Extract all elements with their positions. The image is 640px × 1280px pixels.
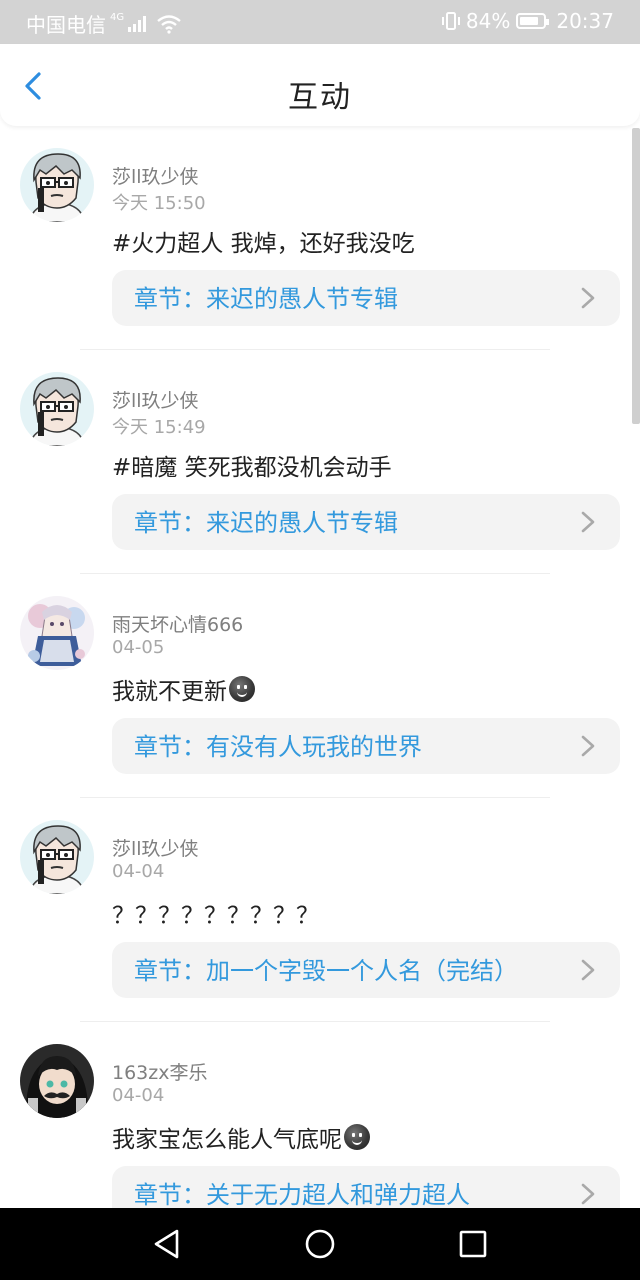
triangle-back-icon bbox=[154, 1229, 178, 1259]
square-recents-icon bbox=[460, 1230, 487, 1258]
chevron-right-icon bbox=[581, 735, 595, 757]
comment-text: #火力超人 我焯，还好我没吃 bbox=[112, 231, 415, 257]
system-nav-bar bbox=[0, 1208, 640, 1280]
comment-item: 莎ll玖少侠 04-04 ？？？？？？？？？ 章节：加一个字毁一个人名（完结） bbox=[0, 798, 640, 1022]
vibrate-icon bbox=[441, 12, 460, 30]
user-avatar[interactable] bbox=[20, 148, 94, 222]
comment-body: 我家宝怎么能人气底呢 bbox=[112, 1120, 370, 1154]
comment-text: ？？？？？？？？？ bbox=[112, 903, 319, 929]
username[interactable]: 雨天坏心情666 bbox=[112, 610, 243, 637]
smile-emoji-icon bbox=[344, 1124, 370, 1150]
scrollbar[interactable] bbox=[632, 128, 640, 424]
comment-body: #火力超人 我焯，还好我没吃 bbox=[112, 224, 415, 258]
comment-text: 我就不更新 bbox=[112, 679, 227, 705]
user-avatar[interactable] bbox=[20, 1044, 94, 1118]
status-left: 中国电信 4G bbox=[26, 9, 182, 38]
app-header: 互动 bbox=[0, 44, 640, 126]
comment-timestamp: 04-04 bbox=[112, 1085, 165, 1106]
chevron-right-icon bbox=[581, 511, 595, 533]
network-type: 4G bbox=[110, 12, 125, 23]
comment-body: #暗魔 笑死我都没机会动手 bbox=[112, 448, 392, 482]
nav-home-button[interactable] bbox=[298, 1222, 342, 1266]
wifi-icon bbox=[157, 14, 181, 34]
comment-timestamp: 今天 15:50 bbox=[112, 193, 206, 214]
chapter-label: 章节：有没有人玩我的世界 bbox=[134, 733, 422, 761]
chapter-link[interactable]: 章节：关于无力超人和弹力超人 bbox=[112, 1166, 620, 1208]
username[interactable]: 163zx李乐 bbox=[112, 1058, 207, 1085]
comment-timestamp: 04-05 bbox=[112, 637, 165, 658]
comment-list[interactable]: 莎ll玖少侠 今天 15:50 #火力超人 我焯，还好我没吃 章节：来迟的愚人节专辑 … bbox=[0, 126, 640, 1208]
circle-home-icon bbox=[305, 1229, 335, 1259]
user-avatar[interactable] bbox=[20, 820, 94, 894]
status-right: 84% 20:37 bbox=[440, 9, 614, 33]
user-avatar[interactable] bbox=[20, 596, 94, 670]
comment-timestamp: 今天 15:49 bbox=[112, 417, 206, 438]
chapter-label: 章节：来迟的愚人节专辑 bbox=[134, 509, 398, 537]
chapter-link[interactable]: 章节：有没有人玩我的世界 bbox=[112, 718, 620, 774]
chevron-right-icon bbox=[581, 959, 595, 981]
comment-text: #暗魔 笑死我都没机会动手 bbox=[112, 455, 392, 481]
chapter-link[interactable]: 章节：来迟的愚人节专辑 bbox=[112, 270, 620, 326]
chevron-right-icon bbox=[581, 287, 595, 309]
battery-icon bbox=[516, 13, 550, 29]
username[interactable]: 莎ll玖少侠 bbox=[112, 162, 199, 189]
chapter-label: 章节：加一个字毁一个人名（完结） bbox=[134, 957, 518, 985]
comment-item: 163zx李乐 04-04 我家宝怎么能人气底呢章节：关于无力超人和弹力超人 bbox=[0, 1022, 640, 1208]
chapter-label: 章节：关于无力超人和弹力超人 bbox=[134, 1181, 470, 1208]
comment-body: 我就不更新 bbox=[112, 672, 255, 706]
comment-item: 雨天坏心情666 04-05 我就不更新章节：有没有人玩我的世界 bbox=[0, 574, 640, 798]
comment-body: ？？？？？？？？？ bbox=[112, 896, 319, 930]
chapter-link[interactable]: 章节：加一个字毁一个人名（完结） bbox=[112, 942, 620, 998]
signal-icon bbox=[128, 15, 148, 32]
clock: 20:37 bbox=[556, 9, 614, 33]
chevron-right-icon bbox=[581, 1183, 595, 1205]
nav-back-button[interactable] bbox=[145, 1222, 189, 1266]
chapter-link[interactable]: 章节：来迟的愚人节专辑 bbox=[112, 494, 620, 550]
comment-item: 莎ll玖少侠今天 15:49 #暗魔 笑死我都没机会动手章节：来迟的愚人节专辑 bbox=[0, 350, 640, 574]
username[interactable]: 莎ll玖少侠 bbox=[112, 386, 199, 413]
comment-item: 莎ll玖少侠今天 15:50 #火力超人 我焯，还好我没吃 章节：来迟的愚人节专辑 bbox=[0, 126, 640, 350]
comment-text: 我家宝怎么能人气底呢 bbox=[112, 1127, 342, 1153]
status-bar: 中国电信 4G 84% 20:37 bbox=[0, 0, 640, 44]
username[interactable]: 莎ll玖少侠 bbox=[112, 834, 199, 861]
page-title: 互动 bbox=[288, 80, 352, 115]
chapter-label: 章节：来迟的愚人节专辑 bbox=[134, 285, 398, 313]
battery-percent: 84% bbox=[465, 9, 511, 33]
user-avatar[interactable] bbox=[20, 372, 94, 446]
smile-emoji-icon bbox=[229, 676, 255, 702]
nav-recents-button[interactable] bbox=[451, 1222, 495, 1266]
comment-timestamp: 04-04 bbox=[112, 861, 165, 882]
carrier-label: 中国电信 bbox=[26, 13, 106, 37]
